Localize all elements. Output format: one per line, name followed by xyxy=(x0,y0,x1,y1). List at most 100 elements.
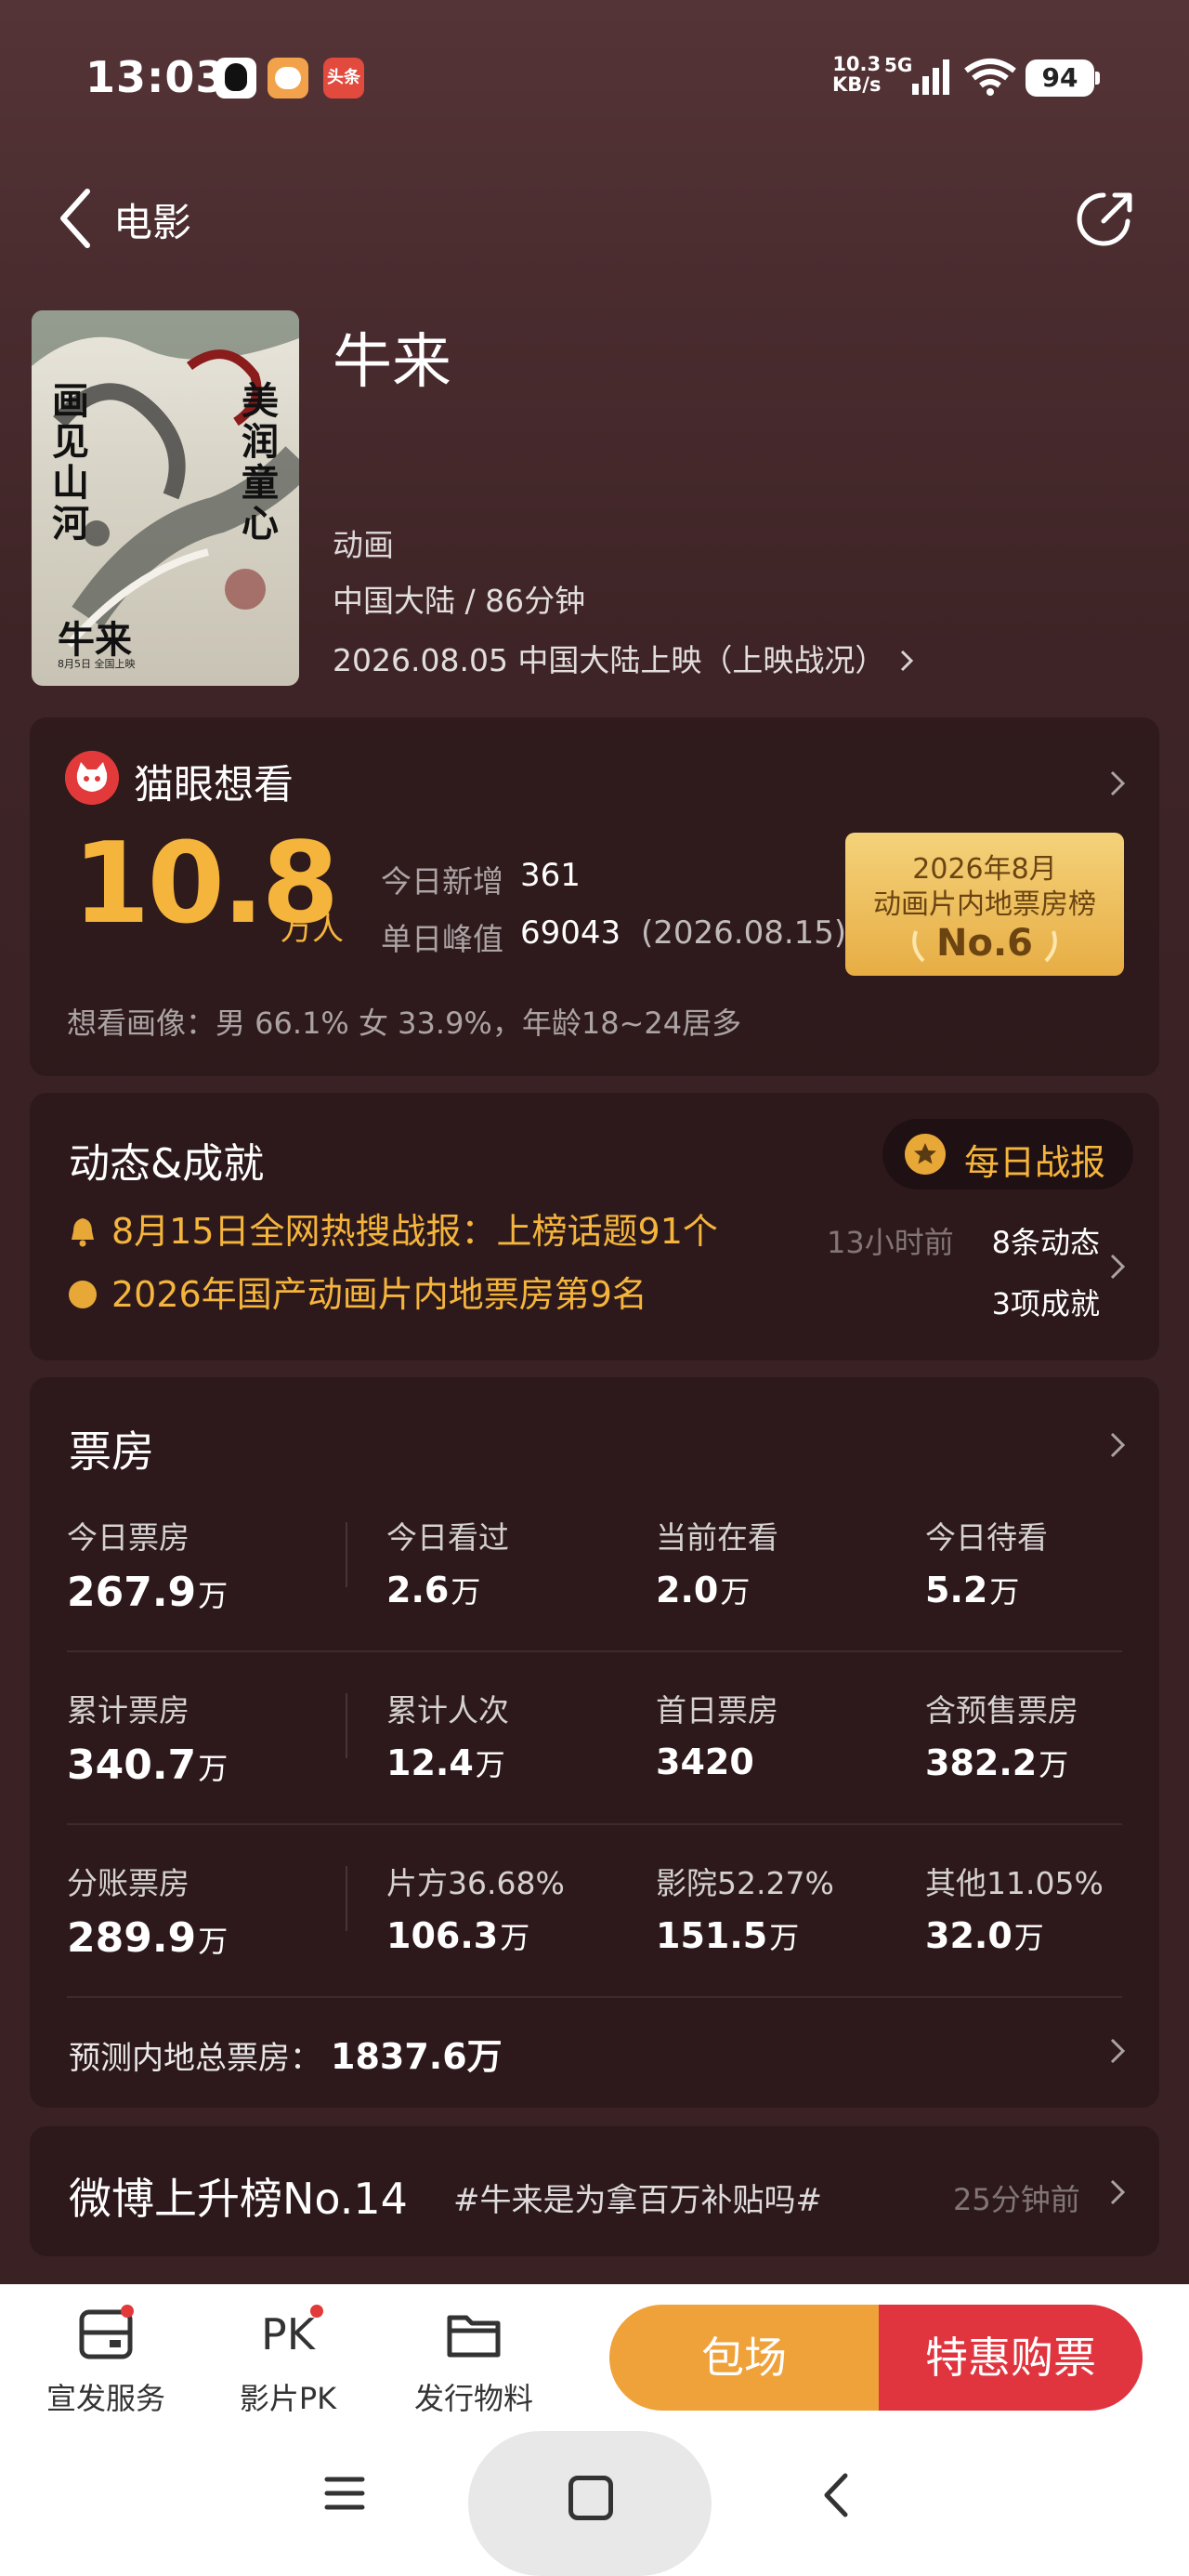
divider xyxy=(67,1996,1122,1998)
movie-pk-button[interactable]: PK 影片PK xyxy=(204,2305,372,2418)
daily-peak-value: 69043 xyxy=(520,914,621,952)
chevron-right-icon xyxy=(900,650,914,672)
stat-to-watch: 今日待看 5.2万 xyxy=(925,1519,1048,1610)
want-to-watch-card[interactable]: 猫眼想看 10.8 万人 今日新增 361 单日峰值 69043 (2026.0… xyxy=(30,717,1159,1076)
ranking-badge[interactable]: 2026年8月 动画片内地票房榜 No.6 xyxy=(845,833,1124,976)
stat-producer-share: 片方36.68% 106.3万 xyxy=(386,1865,565,1956)
stat-today-watched: 今日看过 2.6万 xyxy=(386,1519,509,1610)
back-icon[interactable] xyxy=(817,2470,855,2520)
today-new-label: 今日新增 xyxy=(381,863,503,900)
forecast-value: 1837.6万 xyxy=(331,2036,503,2077)
daily-peak-date: (2026.08.15) xyxy=(641,914,847,952)
promo-service-label: 宣发服务 xyxy=(46,2381,165,2416)
status-time: 13:03 xyxy=(85,52,227,102)
promo-service-button[interactable]: 宣发服务 xyxy=(22,2305,189,2418)
stat-split-box-office: 分账票房 289.9万 xyxy=(67,1865,229,1962)
stat-total-box-office: 累计票房 340.7万 xyxy=(67,1692,229,1789)
want-title: 猫眼想看 xyxy=(134,762,294,808)
hot-search-row[interactable]: 8月15日全网热搜战报：上榜话题91个 xyxy=(69,1203,718,1254)
bottom-action-bar: 宣发服务 PK 影片PK 发行物料 包场 特惠购票 xyxy=(0,2284,1189,2576)
ranking-achievement-text: 2026年国产动画片内地票房第9名 xyxy=(111,1274,647,1315)
divider xyxy=(346,1866,347,1931)
materials-label: 发行物料 xyxy=(413,2381,533,2416)
battery-indicator: 94 xyxy=(1026,59,1100,97)
stat-first-day-box-office: 首日票房 3420 xyxy=(656,1692,778,1782)
stat-total-admissions: 累计人次 12.4万 xyxy=(386,1692,509,1783)
daily-report-label: 每日战报 xyxy=(964,1142,1106,1183)
nav-title[interactable]: 电影 xyxy=(113,191,191,248)
movie-genre: 动画 xyxy=(333,527,394,563)
top-nav: 电影 xyxy=(0,177,1189,260)
poster-date: 8月5日 全国上映 xyxy=(58,658,136,670)
movie-release[interactable]: 2026.08.05 中国大陆上映（上映战况） xyxy=(333,636,914,680)
today-new-value: 361 xyxy=(520,857,581,894)
maoyan-logo-icon xyxy=(65,751,119,805)
chevron-right-icon xyxy=(1110,770,1126,796)
achievements-title: 动态&成就 xyxy=(69,1140,265,1188)
materials-button[interactable]: 发行物料 xyxy=(390,2305,557,2418)
medal-icon xyxy=(905,1134,946,1175)
divider xyxy=(67,1650,1122,1652)
chevron-right-icon xyxy=(1110,2179,1126,2205)
promo-service-icon xyxy=(76,2305,136,2364)
chevron-right-icon xyxy=(1110,1254,1126,1280)
stat-other-share: 其他11.05% 32.0万 xyxy=(925,1865,1104,1956)
weibo-rank-title: 微博上升榜No.14 xyxy=(69,2174,408,2224)
block-booking-button[interactable]: 包场 xyxy=(609,2305,879,2411)
chevron-right-icon xyxy=(1110,2038,1126,2064)
audience-profile: 想看画像：男 66.1% 女 33.9%，年龄18~24居多 xyxy=(67,1005,742,1041)
signal-icon xyxy=(912,59,949,95)
rank-category: 动画片内地票房榜 xyxy=(873,888,1096,921)
poster-tagline-right: 美润童心 xyxy=(242,379,279,545)
forecast-row[interactable]: 预测内地总票房： 1837.6万 xyxy=(69,2028,503,2079)
cat-app-icon xyxy=(268,58,308,99)
medal-icon xyxy=(69,1281,97,1308)
notification-dot xyxy=(121,2305,134,2318)
release-text: 2026.08.05 中国大陆上映（上映战况） xyxy=(333,642,886,678)
want-unit: 万人 xyxy=(281,911,344,948)
weibo-topic: #牛来是为拿百万补贴吗# xyxy=(453,2182,822,2219)
hot-search-time: 13小时前 xyxy=(827,1225,954,1260)
network-speed: 10.3 KB/s xyxy=(832,53,882,96)
ranking-achievement-row[interactable]: 2026年国产动画片内地票房第9名 xyxy=(69,1266,647,1317)
divider xyxy=(346,1693,347,1758)
box-office-title: 票房 xyxy=(69,1426,154,1477)
dynamics-count: 8条动态 xyxy=(991,1225,1100,1260)
divider xyxy=(67,1823,1122,1825)
hot-search-text: 8月15日全网热搜战报：上榜话题91个 xyxy=(111,1211,718,1252)
stat-now-watching: 当前在看 2.0万 xyxy=(656,1519,778,1610)
forecast-label: 预测内地总票房： xyxy=(69,2040,321,2077)
divider xyxy=(346,1522,347,1587)
folder-icon xyxy=(444,2305,503,2364)
daily-peak-label: 单日峰值 xyxy=(381,921,503,957)
wifi-icon xyxy=(964,59,1016,96)
home-square-icon[interactable] xyxy=(568,2476,613,2520)
achievements-count: 3项成就 xyxy=(991,1286,1100,1321)
poster-tagline-left: 画见山河 xyxy=(52,379,89,545)
movie-meta: 中国大陆 / 86分钟 xyxy=(333,583,586,619)
chevron-right-icon xyxy=(1110,1432,1126,1458)
stat-presale-box-office: 含预售票房 382.2万 xyxy=(925,1692,1078,1783)
status-bar: 13:03 头条 10.3 KB/s 5G 94 xyxy=(0,0,1189,158)
purchase-buttons: 包场 特惠购票 xyxy=(609,2305,1143,2411)
bell-icon xyxy=(72,1218,94,1247)
box-office-card[interactable]: 票房 今日票房 267.9万 今日看过 2.6万 当前在看 2.0万 今日待看 … xyxy=(30,1377,1159,2108)
weibo-rank-card[interactable]: 微博上升榜No.14 #牛来是为拿百万补贴吗# 25分钟前 xyxy=(30,2126,1159,2256)
stat-cinema-share: 影院52.27% 151.5万 xyxy=(656,1865,834,1956)
buy-ticket-button[interactable]: 特惠购票 xyxy=(879,2305,1143,2411)
qq-app-icon xyxy=(216,58,256,99)
stat-today-box-office: 今日票房 267.9万 xyxy=(67,1519,229,1616)
movie-pk-label: 影片PK xyxy=(239,2381,337,2416)
rank-number: No.6 xyxy=(936,922,1033,965)
dynamics-achievements-card[interactable]: 动态&成就 每日战报 8月15日全网热搜战报：上榜话题91个 13小时前 202… xyxy=(30,1093,1159,1360)
back-chevron-icon[interactable] xyxy=(54,186,100,251)
weibo-time: 25分钟前 xyxy=(953,2182,1080,2217)
movie-poster[interactable]: 画见山河 美润童心 牛来 8月5日 全国上映 xyxy=(32,310,299,686)
toutiao-app-icon: 头条 xyxy=(323,58,364,99)
share-icon[interactable] xyxy=(1072,184,1141,253)
movie-title: 牛来 xyxy=(333,328,451,397)
notification-dot xyxy=(310,2305,323,2318)
menu-icon[interactable] xyxy=(323,2472,366,2515)
pk-icon: PK xyxy=(258,2305,323,2364)
daily-report-button[interactable]: 每日战报 xyxy=(882,1119,1133,1189)
